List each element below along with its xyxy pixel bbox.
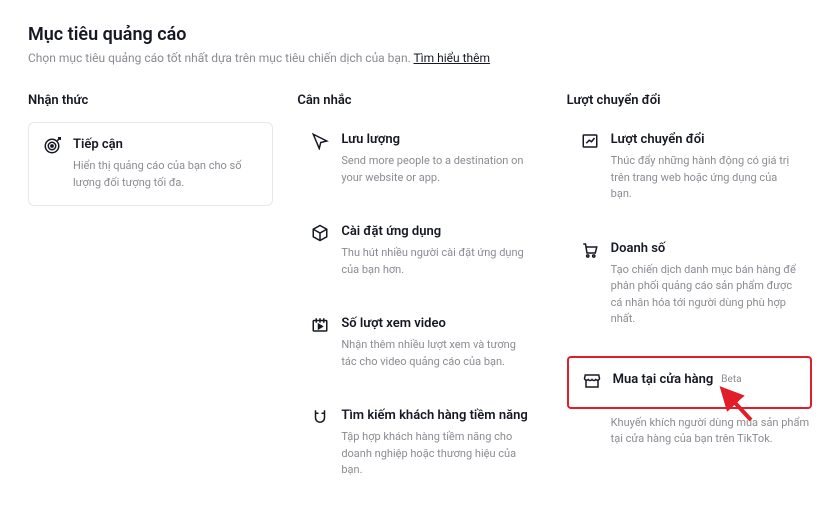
- objective-desc: Khuyến khích người dùng mua sản phẩm tại…: [567, 415, 812, 448]
- objective-card-conversions[interactable]: Lượt chuyển đổi Thúc đẩy những hành động…: [567, 122, 812, 213]
- page-subtitle: Chọn mục tiêu quảng cáo tốt nhất dựa trê…: [28, 51, 812, 65]
- objective-title: Mua tại cửa hàng Beta: [613, 372, 796, 387]
- objective-card-sales[interactable]: Doanh số Tạo chiến dịch danh mục bán hàn…: [567, 231, 812, 338]
- column-heading-consideration: Cân nhắc: [297, 93, 542, 108]
- objective-title: Lưu lượng: [341, 132, 528, 147]
- package-icon: [311, 224, 329, 242]
- objective-title: Lượt chuyển đổi: [611, 132, 798, 147]
- cursor-icon: [311, 132, 329, 150]
- column-awareness: Nhận thức Tiếp cận Hiển thị quảng cáo củ…: [28, 93, 273, 507]
- beta-badge: Beta: [721, 374, 741, 385]
- objective-title: Cài đặt ứng dụng: [341, 224, 528, 239]
- column-conversion: Lượt chuyển đổi Lượt chuyển đổi Thúc đẩy…: [567, 93, 812, 507]
- column-heading-conversion: Lượt chuyển đổi: [567, 93, 812, 108]
- objective-desc: Thu hút nhiều người cài đặt ứng dụng của…: [341, 245, 528, 278]
- chart-up-icon: [581, 132, 599, 150]
- objective-title: Tiếp cận: [73, 137, 258, 152]
- objective-desc: Tạo chiến dịch danh mục bán hàng để phân…: [611, 262, 798, 328]
- objective-desc: Nhận thêm nhiều lượt xem và tương tác ch…: [341, 337, 528, 370]
- objective-desc: Tập hợp khách hàng tiềm năng cho doanh n…: [341, 429, 528, 479]
- objective-card-lead-gen[interactable]: Tìm kiếm khách hàng tiềm năng Tập hợp kh…: [297, 398, 542, 489]
- magnet-icon: [311, 408, 329, 426]
- objective-title: Số lượt xem video: [341, 316, 528, 331]
- objective-desc: Hiển thị quảng cáo của bạn cho số lượng …: [73, 158, 258, 191]
- objective-desc: Thúc đẩy những hành động có giá trị trên…: [611, 153, 798, 203]
- target-icon: [43, 137, 61, 155]
- objective-desc: Send more people to a destination on you…: [341, 153, 528, 186]
- video-play-icon: [311, 316, 329, 334]
- cart-icon: [581, 241, 599, 259]
- objective-title: Doanh số: [611, 241, 798, 256]
- column-heading-awareness: Nhận thức: [28, 93, 273, 108]
- objective-card-shop-purchase[interactable]: Mua tại cửa hàng Beta: [567, 356, 812, 409]
- objective-card-video-views[interactable]: Số lượt xem video Nhận thêm nhiều lượt x…: [297, 306, 542, 380]
- learn-more-link[interactable]: Tìm hiểu thêm: [413, 51, 490, 65]
- objective-title: Tìm kiếm khách hàng tiềm năng: [341, 408, 528, 423]
- page-title: Mục tiêu quảng cáo: [28, 24, 812, 45]
- objective-columns: Nhận thức Tiếp cận Hiển thị quảng cáo củ…: [28, 93, 812, 507]
- objective-card-reach[interactable]: Tiếp cận Hiển thị quảng cáo của bạn cho …: [28, 122, 273, 206]
- objective-card-traffic[interactable]: Lưu lượng Send more people to a destinat…: [297, 122, 542, 196]
- page-header: Mục tiêu quảng cáo Chọn mục tiêu quảng c…: [28, 24, 812, 65]
- highlight-annotation: Mua tại cửa hàng Beta Khuyến khích người…: [567, 356, 812, 448]
- column-consideration: Cân nhắc Lưu lượng Send more people to a…: [297, 93, 542, 507]
- storefront-icon: [583, 372, 601, 390]
- objective-card-app-install[interactable]: Cài đặt ứng dụng Thu hút nhiều người cài…: [297, 214, 542, 288]
